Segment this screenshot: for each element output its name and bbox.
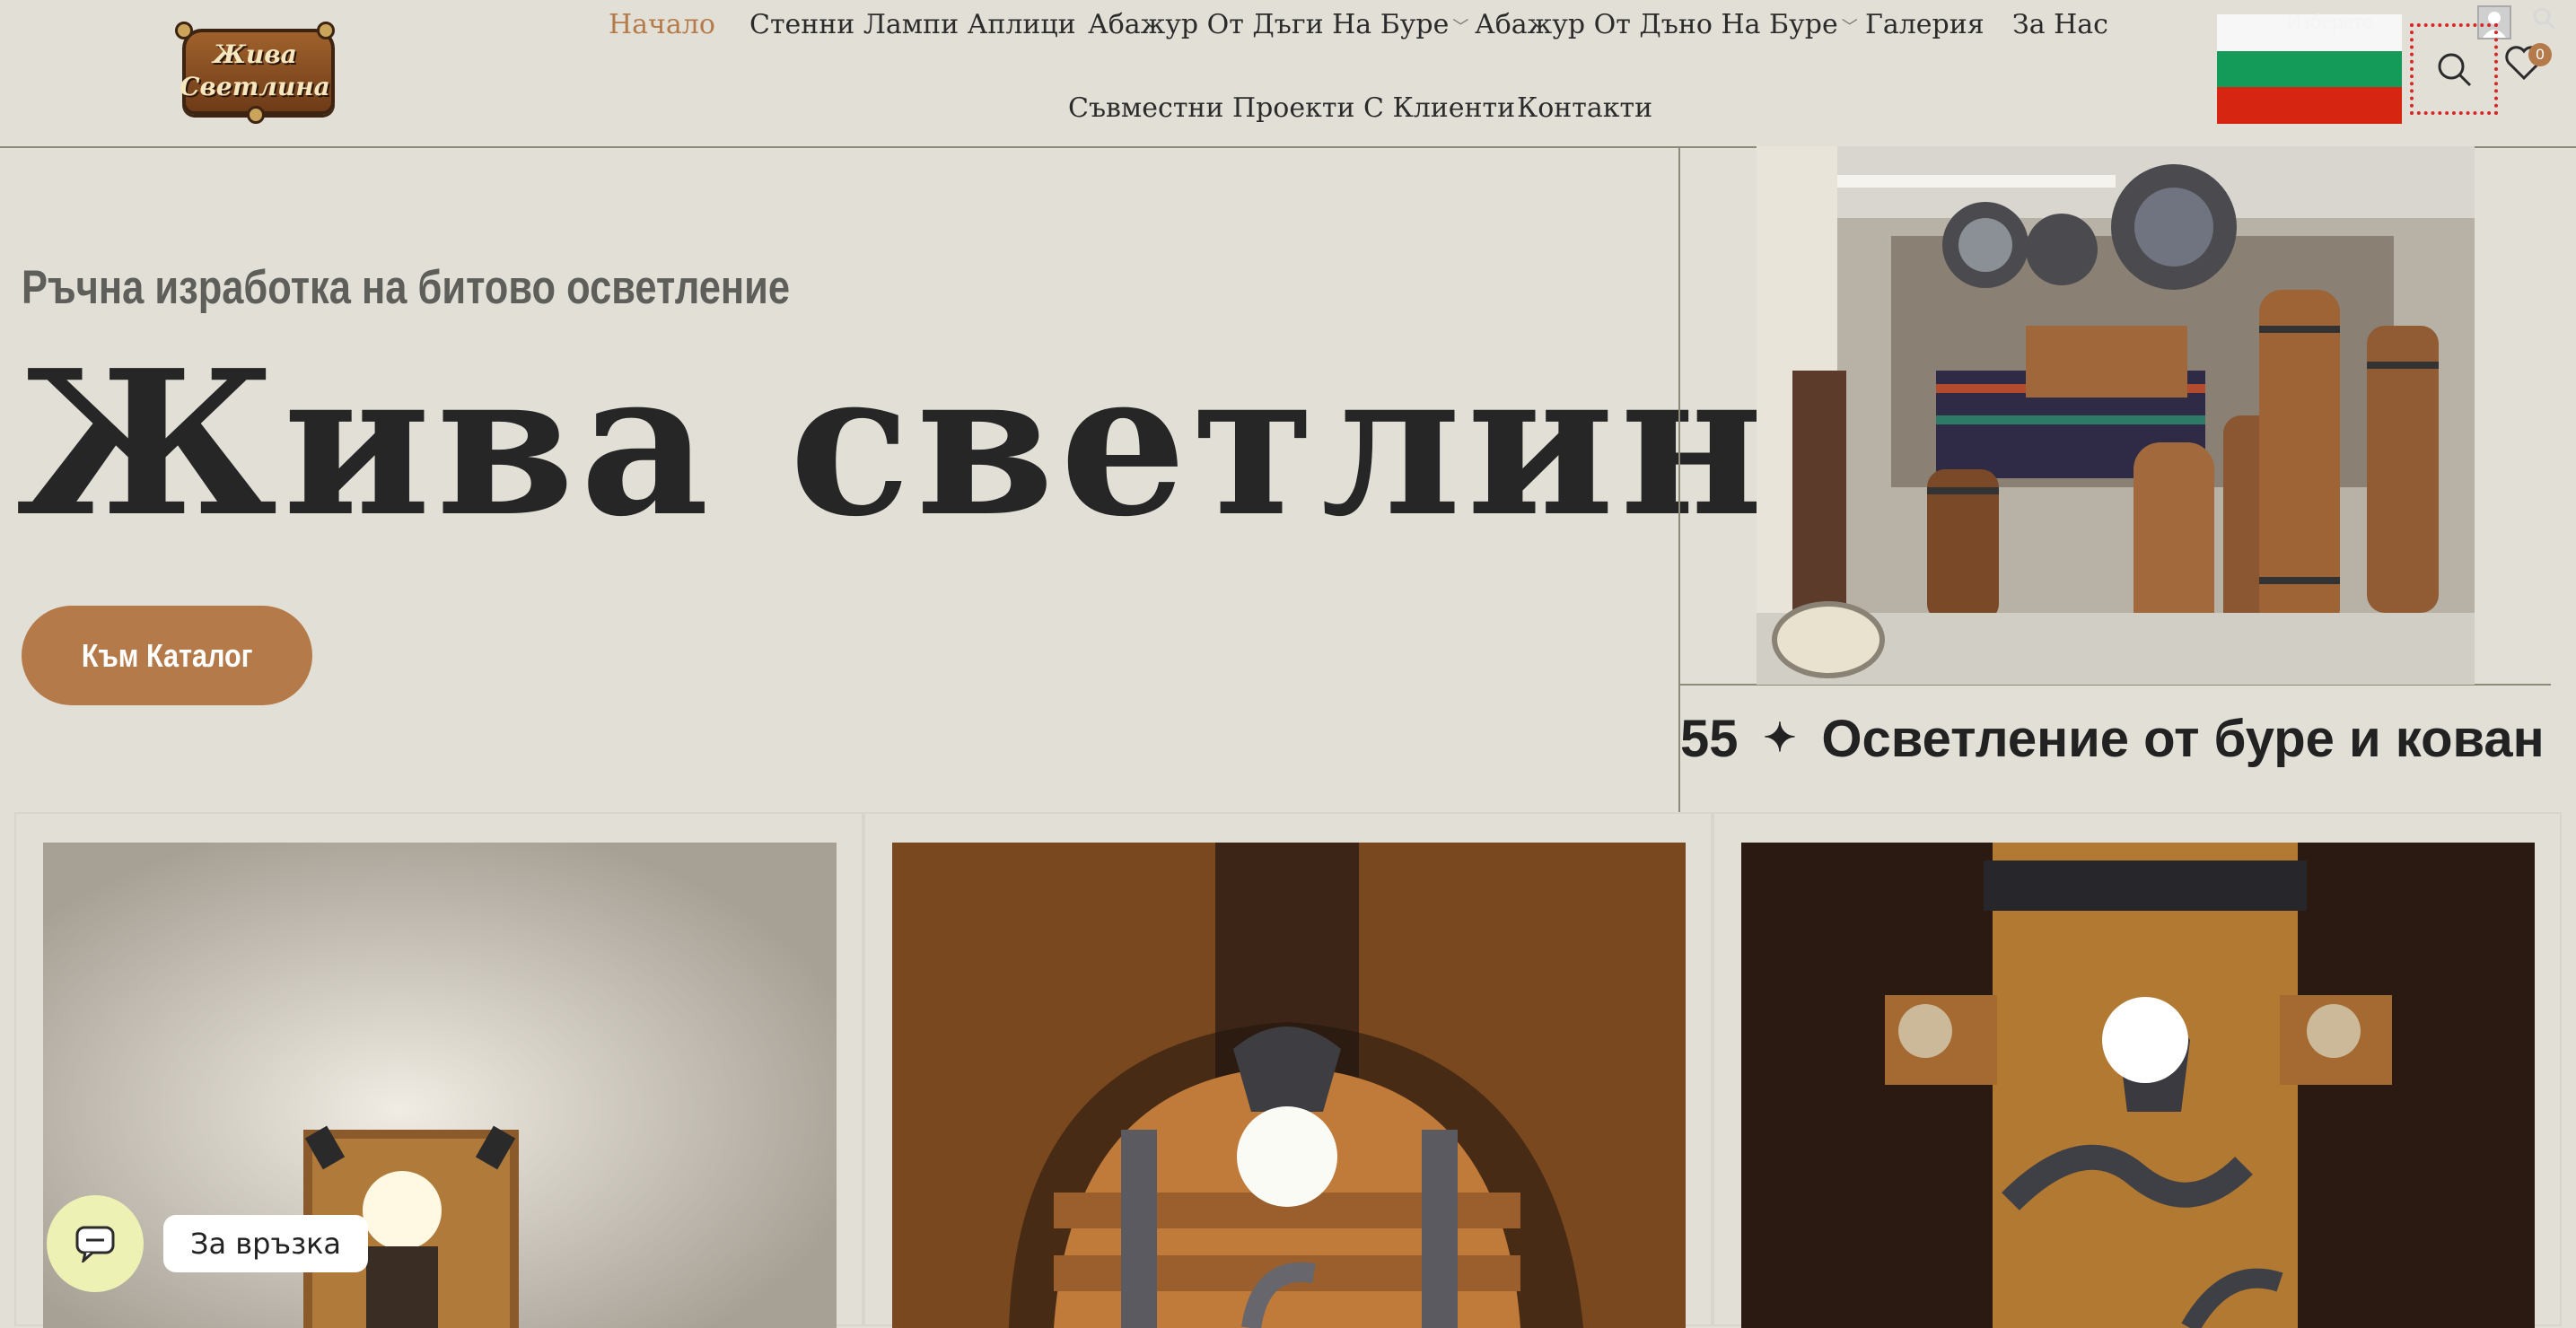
nav-item-home[interactable]: Начало: [609, 9, 715, 40]
nav-item-barrel-staves[interactable]: Абажур От Дъги На Буре ﹀: [1088, 9, 1468, 40]
ticker-item: Осветление от буре и кован: [1821, 710, 2545, 768]
nav-item-contacts[interactable]: Контакти: [1517, 92, 1652, 124]
wishlist-count-badge: 0: [2528, 43, 2552, 66]
chat-button[interactable]: [47, 1195, 144, 1292]
sparkle-icon: ✦: [1763, 716, 1797, 760]
product-image[interactable]: [1741, 843, 2535, 1328]
product-card[interactable]: [863, 812, 1713, 1328]
logo-pin: [175, 22, 193, 39]
ticker-item: 55: [1680, 710, 1739, 768]
flag-stripe: [2217, 87, 2402, 124]
catalog-button[interactable]: Към Каталог: [22, 606, 312, 705]
nav-item-gallery[interactable]: Галерия: [1865, 9, 1985, 40]
hero-eyebrow: Ръчна изработка на битово осветление: [22, 261, 791, 314]
product-image[interactable]: [43, 843, 837, 1328]
logo-pin: [247, 106, 265, 124]
chevron-down-icon: ﹀: [1841, 18, 1858, 37]
search-icon: [2438, 53, 2472, 87]
logo-text-line1: Жива: [213, 39, 297, 69]
language-label[interactable]: Изберете: [2287, 11, 2373, 34]
product-card[interactable]: [1713, 812, 2562, 1328]
marquee-ticker: 55 ✦ Осветление от буре и кован: [1680, 709, 2551, 799]
logo-pin: [317, 22, 335, 39]
search-icon[interactable]: [2531, 5, 2556, 35]
search-button[interactable]: [2410, 23, 2498, 115]
nav-item-projects[interactable]: Съвместни Проекти С Клиенти: [1068, 92, 1515, 124]
logo-text-line2: Светлина: [180, 72, 330, 101]
chevron-down-icon: ﹀: [1452, 18, 1469, 37]
nav-item-label: Абажур От Дъно На Буре: [1475, 9, 1838, 40]
site-header: Жива Светлина Начало Стенни Лампи Аплици…: [0, 0, 2576, 148]
product-image[interactable]: [892, 843, 1686, 1328]
nav-item-wall-lamps[interactable]: Стенни Лампи Аплици: [749, 9, 1076, 40]
chat-icon: [75, 1226, 115, 1262]
site-logo[interactable]: Жива Светлина: [175, 16, 335, 124]
chat-label[interactable]: За връзка: [163, 1215, 369, 1272]
nav-item-about[interactable]: За Нас: [2012, 9, 2108, 40]
catalog-button-label: Към Каталог: [81, 636, 253, 674]
workshop-photo: [1757, 146, 2475, 685]
flag-stripe: [2217, 50, 2402, 88]
nav-item-label: Абажур От Дъги На Буре: [1088, 9, 1450, 40]
hero-title: Жива светлина: [16, 328, 1906, 561]
nav-item-barrel-bottom[interactable]: Абажур От Дъно На Буре ﹀: [1475, 9, 1858, 40]
